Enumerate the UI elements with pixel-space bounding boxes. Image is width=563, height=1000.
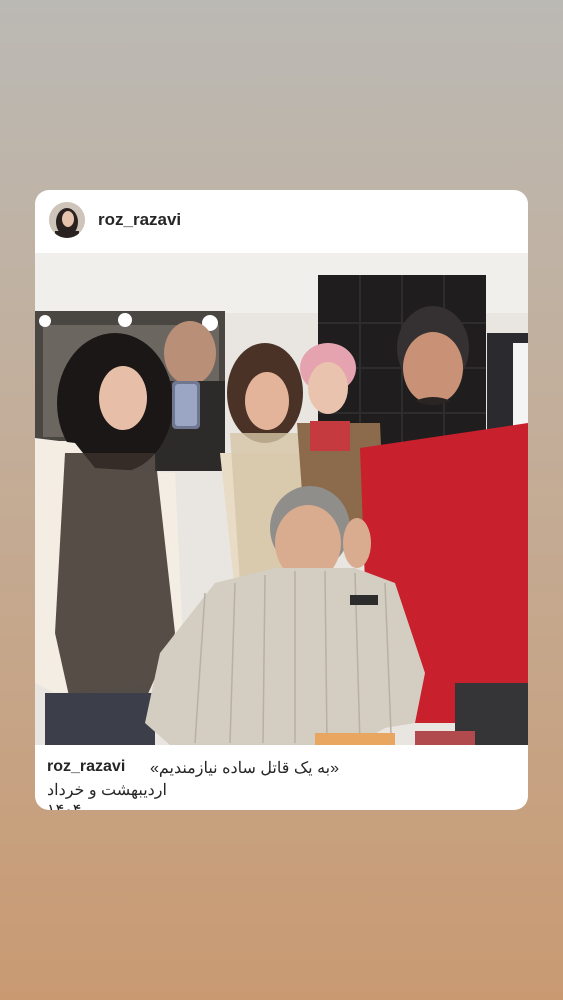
post-photo[interactable] — [35, 253, 528, 745]
caption-username[interactable]: roz_razavi — [47, 758, 125, 776]
caption-text: «به یک قاتل ساده نیازمندیم» — [149, 760, 339, 777]
story-post-card[interactable]: roz_razavi roz_razavi «به یک قاتل ساده ن… — [35, 190, 528, 810]
post-username[interactable]: roz_razavi — [98, 210, 181, 230]
caption-date-line: اردیبهشت و خرداد ...۱۴۰۴ — [47, 782, 167, 810]
group-photo-icon — [35, 253, 528, 745]
profile-avatar-icon — [49, 202, 85, 238]
avatar[interactable] — [49, 202, 85, 238]
post-header: roz_razavi — [35, 190, 528, 253]
post-caption: roz_razavi «به یک قاتل ساده نیازمندیم» ا… — [35, 748, 528, 810]
